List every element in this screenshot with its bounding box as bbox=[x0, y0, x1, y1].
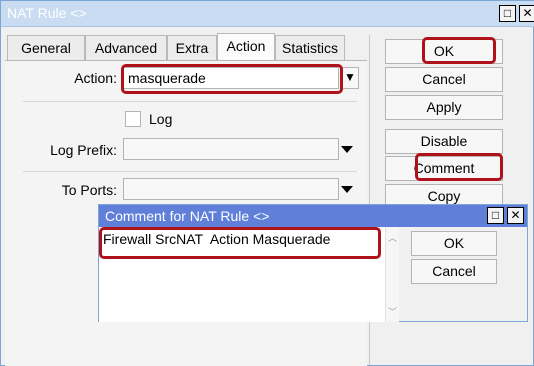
action-dropdown-icon[interactable]: ▼ bbox=[341, 67, 359, 89]
comment-dialog: Comment for NAT Rule <> □ ✕ Firewall Src… bbox=[98, 204, 528, 322]
dialog-titlebar[interactable]: Comment for NAT Rule <> □ ✕ bbox=[99, 205, 527, 227]
restore-icon[interactable]: □ bbox=[499, 5, 516, 22]
disable-button[interactable]: Disable bbox=[385, 129, 503, 154]
to-ports-dropdown-icon[interactable] bbox=[341, 186, 353, 193]
tab-general[interactable]: General bbox=[7, 35, 85, 61]
tab-statistics[interactable]: Statistics bbox=[275, 35, 345, 61]
log-label: Log bbox=[149, 111, 173, 127]
scroll-down-icon[interactable]: ﹀ bbox=[386, 305, 399, 318]
comment-text: Firewall SrcNAT Action Masquerade bbox=[103, 231, 331, 247]
log-prefix-label: Log Prefix: bbox=[50, 142, 117, 158]
action-label: Action: bbox=[74, 70, 117, 86]
separator bbox=[23, 171, 357, 172]
dialog-close-icon[interactable]: ✕ bbox=[507, 207, 524, 224]
cancel-button[interactable]: Cancel bbox=[385, 67, 503, 92]
tab-advanced[interactable]: Advanced bbox=[85, 35, 167, 61]
to-ports-input[interactable] bbox=[123, 178, 339, 200]
window-title: NAT Rule <> bbox=[7, 5, 87, 21]
separator bbox=[23, 101, 357, 102]
dialog-restore-icon[interactable]: □ bbox=[487, 207, 504, 224]
apply-button[interactable]: Apply bbox=[385, 95, 503, 120]
dialog-title: Comment for NAT Rule <> bbox=[105, 208, 270, 224]
dialog-cancel-button[interactable]: Cancel bbox=[411, 259, 497, 284]
tab-action[interactable]: Action bbox=[217, 33, 275, 61]
log-prefix-input[interactable] bbox=[123, 138, 339, 160]
scroll-up-icon[interactable]: ︿ bbox=[386, 231, 399, 244]
log-prefix-dropdown-icon[interactable] bbox=[341, 146, 353, 153]
window-titlebar[interactable]: NAT Rule <> □ ✕ bbox=[1, 1, 534, 27]
close-icon[interactable]: ✕ bbox=[519, 5, 534, 22]
comment-scrollbar[interactable]: ︿ ﹀ bbox=[385, 227, 399, 322]
dialog-ok-button[interactable]: OK bbox=[411, 231, 497, 256]
comment-button[interactable]: Comment bbox=[385, 156, 503, 181]
to-ports-label: To Ports: bbox=[61, 182, 117, 198]
comment-textarea[interactable]: Firewall SrcNAT Action Masquerade bbox=[99, 227, 399, 322]
log-checkbox[interactable] bbox=[125, 111, 141, 127]
tab-extra[interactable]: Extra bbox=[167, 35, 217, 61]
ok-button[interactable]: OK bbox=[385, 39, 503, 64]
action-select[interactable]: masquerade bbox=[123, 67, 339, 89]
